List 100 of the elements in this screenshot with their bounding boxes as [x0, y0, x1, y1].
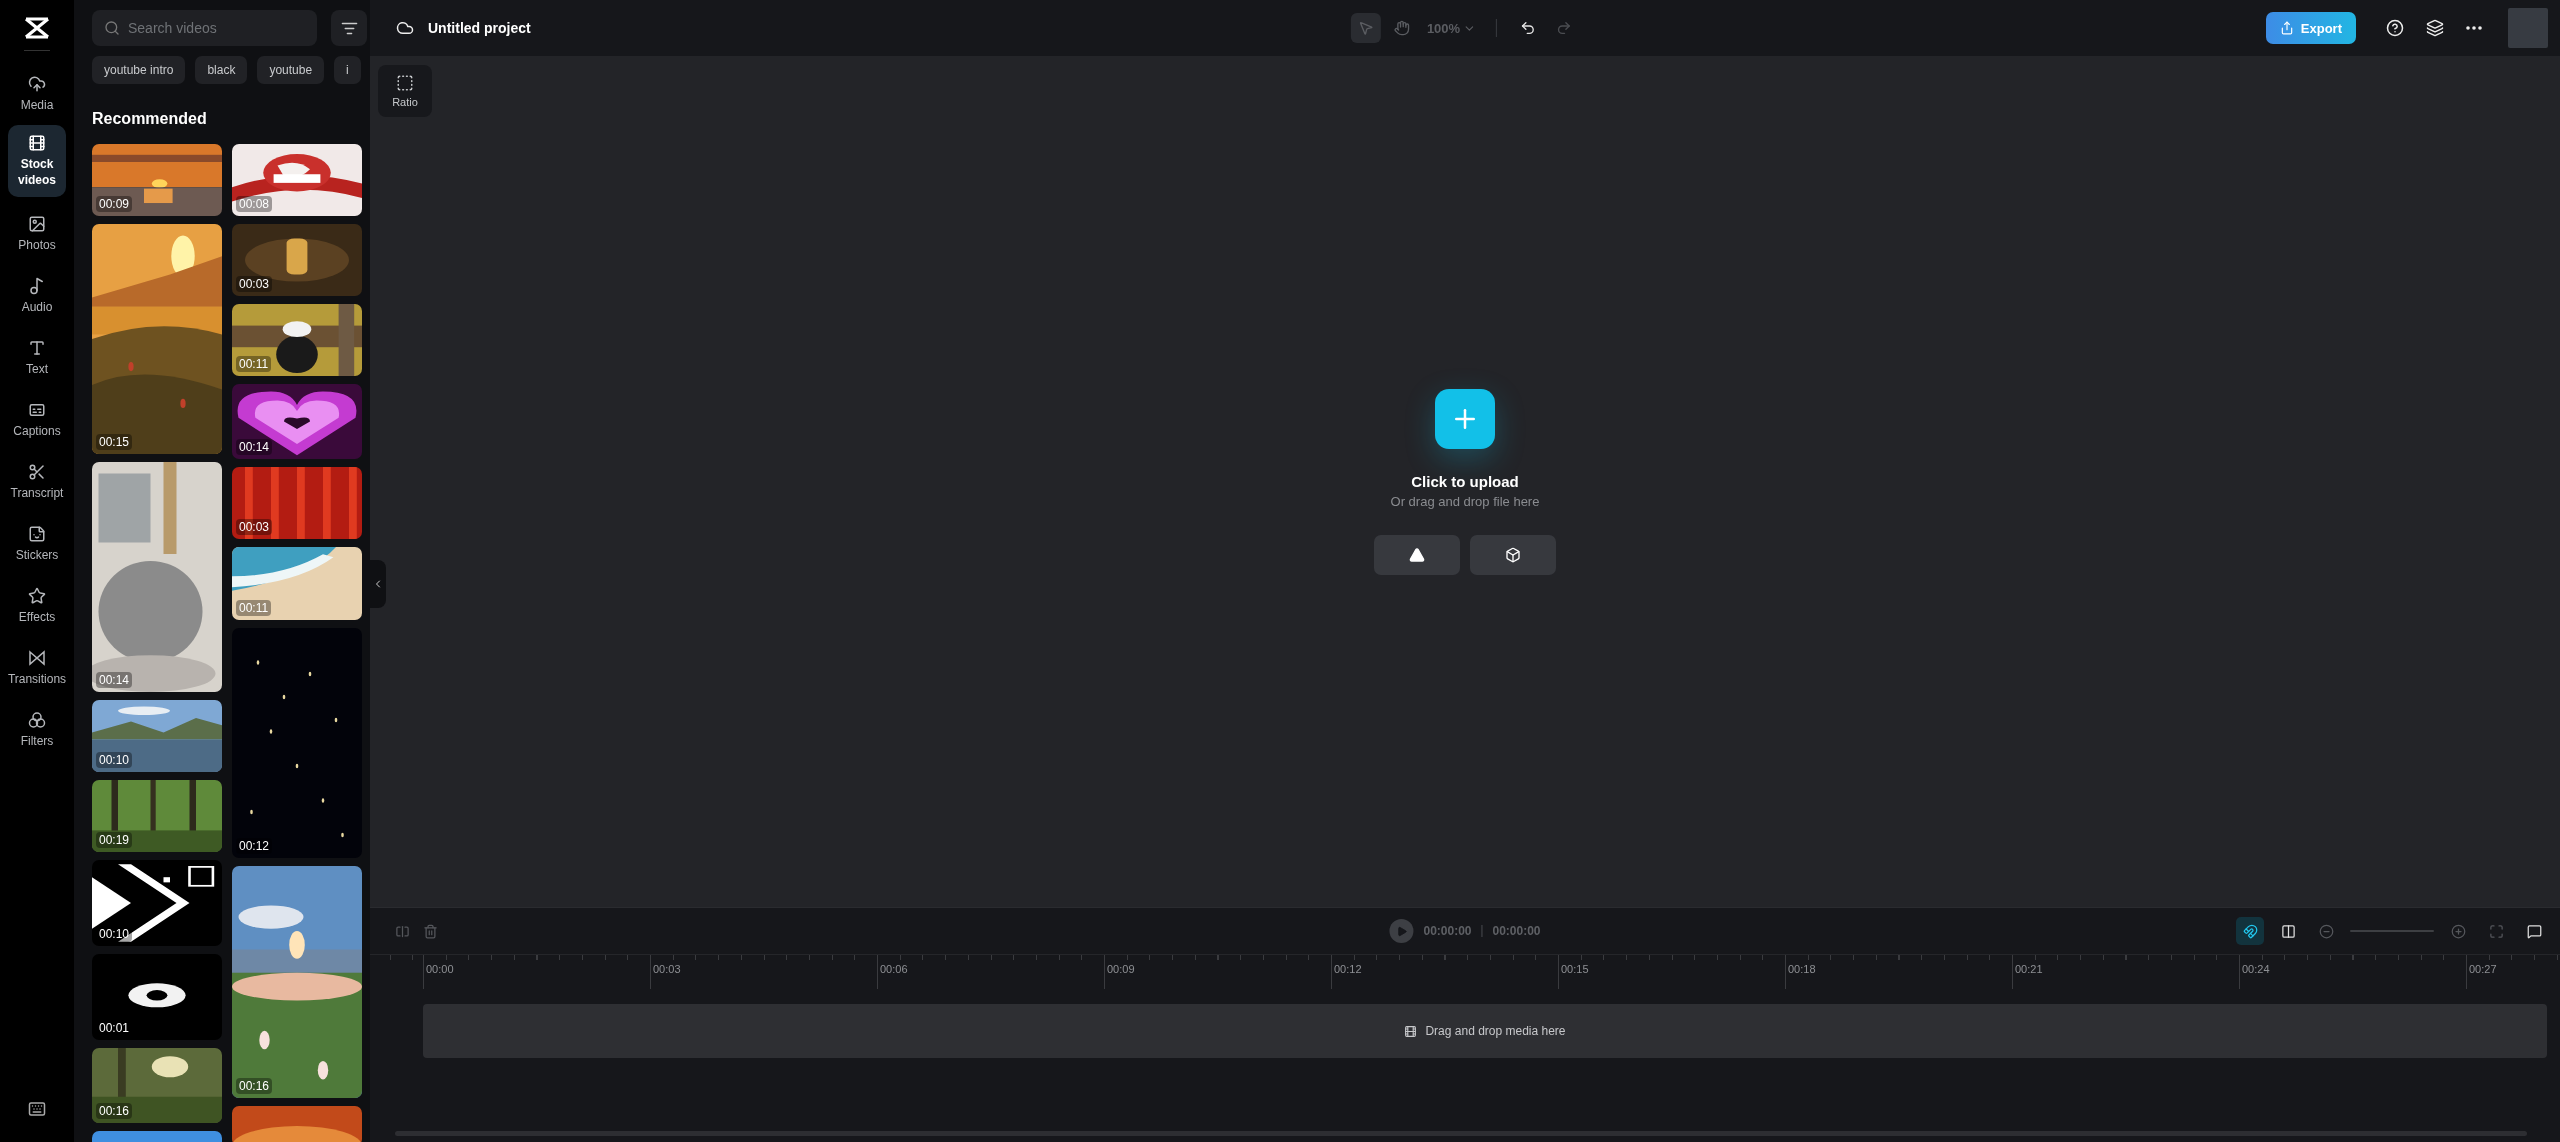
columns-icon — [2280, 923, 2296, 939]
speech-bubble-icon — [2526, 923, 2542, 939]
upload-subtitle: Or drag and drop file here — [1390, 493, 1540, 509]
scrollbar[interactable] — [395, 1131, 2527, 1136]
text-icon — [28, 339, 46, 357]
nav-item[interactable]: Stickers — [8, 513, 66, 575]
upload-title: Click to upload — [1411, 472, 1519, 490]
nav-item[interactable]: Photos — [8, 203, 66, 265]
zoom-out-icon — [2318, 923, 2334, 939]
video-thumbnail[interactable]: 00:01 — [92, 954, 222, 1040]
logo-icon — [23, 16, 51, 40]
magnet-button[interactable] — [2236, 917, 2264, 945]
star-icon — [28, 587, 46, 605]
video-thumbnail[interactable]: 00:15 — [92, 224, 222, 454]
video-duration: 00:09 — [96, 196, 133, 212]
ratio-button[interactable]: Ratio — [378, 65, 432, 117]
drive-button[interactable] — [1374, 534, 1460, 575]
nav-item[interactable]: Transcript — [8, 451, 66, 513]
captions-icon — [28, 401, 46, 419]
scissors-icon — [28, 463, 46, 481]
undo-icon — [1520, 20, 1537, 36]
search-field[interactable]: Search videos — [92, 10, 317, 46]
video-thumbnail[interactable]: 00:03 — [232, 224, 362, 296]
video-duration: 00:11 — [236, 600, 272, 616]
more-icon — [2466, 26, 2482, 30]
video-thumbnail[interactable]: 00:10 — [92, 860, 222, 946]
filter-button[interactable] — [331, 10, 367, 46]
tag-chip[interactable]: i — [334, 56, 361, 84]
ruler-label: 00:27 — [2466, 955, 2560, 989]
video-thumbnail[interactable]: 00:11 — [232, 304, 362, 376]
ruler-label: 00:09 — [1104, 955, 1331, 989]
current-time: 00:00:00 — [1423, 924, 1472, 938]
cloud-icon[interactable] — [396, 19, 414, 37]
tag-chip[interactable]: youtube — [257, 56, 325, 84]
tag-chip[interactable]: black — [195, 56, 248, 84]
ruler-label: 00:06 — [877, 955, 1104, 989]
nav-item[interactable]: Filters — [8, 699, 66, 761]
nav-item[interactable]: Transitions — [8, 637, 66, 699]
ruler-label: 00:18 — [1785, 955, 2012, 989]
tag-chip[interactable]: youtube intro — [92, 56, 186, 84]
video-duration: 00:14 — [236, 439, 273, 455]
nav-item[interactable]: Captions — [8, 389, 66, 451]
video-duration: 00:08 — [236, 196, 273, 212]
video-duration: 00:10 — [96, 926, 133, 942]
video-thumbnail[interactable]: 00:16 — [232, 866, 362, 1098]
upload-button[interactable] — [1435, 388, 1495, 449]
play-icon — [1395, 925, 1407, 937]
ruler-label: 00:12 — [1331, 955, 1558, 989]
ruler-label: 00:15 — [1558, 955, 1785, 989]
video-thumbnail[interactable]: 00:10 — [92, 700, 222, 772]
video-thumbnail[interactable]: 00:14 — [232, 384, 362, 459]
ruler-label: 00:00 — [423, 955, 650, 989]
layers-icon — [2426, 19, 2444, 37]
collapse-handle[interactable] — [370, 560, 386, 608]
video-duration: 00:15 — [96, 434, 133, 450]
fullscreen-icon — [2488, 923, 2504, 939]
video-thumbnail[interactable]: 00:19 — [92, 780, 222, 852]
dashed-square-icon — [396, 74, 414, 92]
nav-item[interactable]: Text — [8, 327, 66, 389]
drop-hint: Drag and drop media here — [1425, 1024, 1566, 1038]
search-icon — [104, 20, 120, 36]
video-duration: 00:03 — [236, 276, 273, 292]
pointer-icon — [1357, 20, 1374, 36]
video-duration: 00:10 — [96, 752, 133, 768]
film-icon — [1404, 1024, 1418, 1038]
nav-item[interactable]: Media — [8, 63, 66, 125]
video-duration: 00:03 — [236, 519, 273, 535]
image-icon — [28, 215, 46, 233]
project-title[interactable]: Untitled project — [428, 20, 531, 36]
hand-icon — [1393, 20, 1410, 36]
video-duration: 00:14 — [96, 672, 133, 688]
video-thumbnail[interactable]: 00:09 — [92, 144, 222, 216]
ruler-label: 00:21 — [2012, 955, 2239, 989]
box-icon — [1505, 546, 1521, 563]
nav-item[interactable]: Audio — [8, 265, 66, 327]
circles-icon — [28, 711, 46, 729]
cloud-upload-icon — [28, 75, 46, 93]
bowtie-icon — [28, 649, 46, 667]
ruler-label: 00:24 — [2239, 955, 2466, 989]
keyboard-icon[interactable] — [28, 1100, 46, 1118]
video-duration: 00:16 — [96, 1103, 133, 1119]
video-thumbnail[interactable]: 00:14 — [92, 462, 222, 692]
music-note-icon — [28, 277, 46, 295]
video-thumbnail[interactable]: 00:16 — [92, 1048, 222, 1123]
drop-track[interactable]: Drag and drop media here — [423, 1004, 2547, 1058]
ruler-label: 00:03 — [650, 955, 877, 989]
dropbox-button[interactable] — [1470, 534, 1556, 575]
video-thumbnail[interactable]: 00:03 — [232, 467, 362, 539]
nav-item[interactable]: Effects — [8, 575, 66, 637]
share-icon — [2279, 21, 2294, 35]
select-tool-button[interactable] — [1350, 13, 1381, 43]
video-thumbnail[interactable]: 00:12 — [232, 628, 362, 858]
video-duration: 00:19 — [96, 832, 133, 848]
redo-icon — [1556, 20, 1573, 36]
triangle-icon — [1409, 546, 1425, 563]
split-icon — [394, 923, 410, 939]
nav-item[interactable]: Stock videos — [8, 125, 66, 197]
sticker-icon — [28, 525, 46, 543]
section-title: Recommended — [92, 110, 208, 128]
zoom-in-icon — [2450, 923, 2466, 939]
